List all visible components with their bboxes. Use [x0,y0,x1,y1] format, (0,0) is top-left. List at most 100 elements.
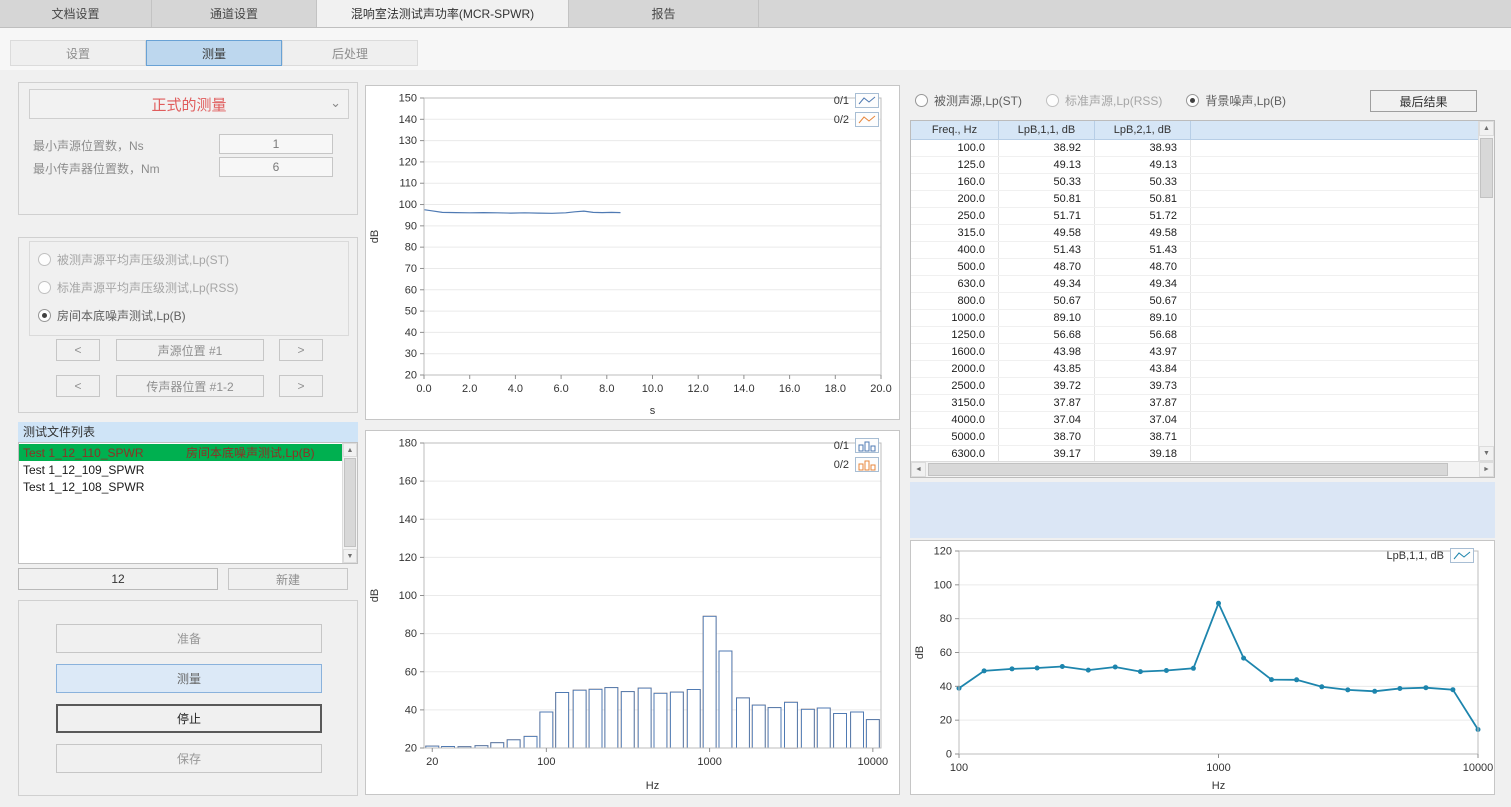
file-count-button[interactable]: 12 [18,568,218,590]
table-row[interactable]: 5000.038.7038.71 [911,429,1478,446]
line-series-icon [855,112,879,127]
file-list-item-1[interactable]: Test 1_12_109_SPWR [19,461,342,478]
scroll-up-icon[interactable]: ▲ [343,443,357,457]
result-source-radio-2[interactable]: 背景噪声,Lp(B) [1186,92,1286,109]
main-tab-3[interactable]: 报告 [569,0,759,27]
table-row[interactable]: 250.051.7151.72 [911,208,1478,225]
radio-checked-icon [38,309,51,322]
result-source-radio-group: 被测声源,Lp(ST) 标准声源,Lp(RSS) 背景噪声,Lp(B) [915,92,1286,109]
table-row[interactable]: 125.049.1349.13 [911,157,1478,174]
table-cell: 49.58 [999,225,1095,241]
table-cell: 37.04 [999,412,1095,428]
source-position-prev-button[interactable]: < [56,339,100,361]
table-row[interactable]: 800.050.6750.67 [911,293,1478,310]
test-type-radio-2[interactable]: 房间本底噪声测试,Lp(B) [38,307,348,324]
table-row[interactable]: 3150.037.8737.87 [911,395,1478,412]
file-list-body[interactable]: Test 1_12_110_SPWR房间本底噪声测试,Lp(B)Test 1_1… [19,444,342,563]
table-row[interactable]: 6300.039.1739.18 [911,446,1478,461]
mic-position-prev-button[interactable]: < [56,375,100,397]
svg-text:120: 120 [934,546,952,558]
svg-text:140: 140 [399,114,417,126]
table-horizontal-scrollbar[interactable]: ◄ ► [911,461,1494,477]
main-tab-2[interactable]: 混响室法测试声功率(MCR-SPWR) [317,0,569,27]
table-cell: 630.0 [911,276,999,292]
svg-text:60: 60 [405,666,417,678]
file-list-item-2[interactable]: Test 1_12_108_SPWR [19,478,342,495]
table-cell-filler [1191,361,1478,377]
mic-position-next-button[interactable]: > [279,375,323,397]
svg-text:2.0: 2.0 [462,383,477,395]
table-cell: 56.68 [1095,327,1191,343]
table-row[interactable]: 1250.056.6856.68 [911,327,1478,344]
measure-button[interactable]: 测量 [56,664,322,693]
stop-button[interactable]: 停止 [56,704,322,733]
table-row[interactable]: 500.048.7048.70 [911,259,1478,276]
table-row[interactable]: 400.051.4351.43 [911,242,1478,259]
svg-text:110: 110 [399,178,417,190]
table-row[interactable]: 160.050.3350.33 [911,174,1478,191]
svg-text:14.0: 14.0 [733,383,754,395]
main-tab-0[interactable]: 文档设置 [0,0,152,27]
final-result-button[interactable]: 最后结果 [1370,90,1477,112]
table-cell: 89.10 [999,310,1095,326]
file-list-item-0[interactable]: Test 1_12_110_SPWR房间本底噪声测试,Lp(B) [19,444,342,461]
table-cell: 38.70 [999,429,1095,445]
scroll-left-icon[interactable]: ◄ [911,462,926,477]
table-row[interactable]: 4000.037.0437.04 [911,412,1478,429]
table-row[interactable]: 630.049.3449.34 [911,276,1478,293]
table-cell: 1600.0 [911,344,999,360]
results-table-body[interactable]: 100.038.9238.93125.049.1349.13160.050.33… [911,140,1478,461]
test-type-radio-1[interactable]: 标准声源平均声压级测试,Lp(RSS) [38,279,348,296]
table-row[interactable]: 2000.043.8543.84 [911,361,1478,378]
svg-text:20: 20 [426,756,438,768]
radio-icon [915,94,928,107]
table-cell-filler [1191,412,1478,428]
prepare-button[interactable]: 准备 [56,624,322,653]
source-position-next-button[interactable]: > [279,339,323,361]
table-row[interactable]: 100.038.9238.93 [911,140,1478,157]
main-tab-1[interactable]: 通道设置 [152,0,317,27]
scroll-up-icon[interactable]: ▲ [1479,121,1494,136]
table-row[interactable]: 315.049.5849.58 [911,225,1478,242]
result-source-radio-1[interactable]: 标准声源,Lp(RSS) [1046,92,1162,109]
scroll-thumb[interactable] [1480,138,1493,198]
test-type-radio-0[interactable]: 被测声源平均声压级测试,Lp(ST) [38,251,348,268]
svg-text:s: s [650,405,656,417]
svg-text:100: 100 [950,762,968,774]
svg-text:120: 120 [399,552,417,564]
chevron-down-icon[interactable]: ⌄ [330,95,341,111]
svg-text:dB: dB [369,230,381,243]
table-cell: 2000.0 [911,361,999,377]
table-header-cell-0: Freq., Hz [911,121,999,140]
table-row[interactable]: 1000.089.1089.10 [911,310,1478,327]
bar-series-icon [855,438,879,453]
min-mic-positions-input[interactable] [219,157,333,177]
file-list-scrollbar[interactable]: ▲ ▼ [342,443,357,563]
new-file-button[interactable]: 新建 [228,568,348,590]
measurement-mode-select[interactable]: 正式的测量 ⌄ [29,89,349,119]
result-source-radio-0[interactable]: 被测声源,Lp(ST) [915,92,1022,109]
svg-text:0.0: 0.0 [416,383,431,395]
table-cell: 38.93 [1095,140,1191,156]
main-tab-bar: 文档设置通道设置混响室法测试声功率(MCR-SPWR)报告 [0,0,1511,28]
sub-tab-2[interactable]: 后处理 [282,40,418,66]
svg-text:20: 20 [405,743,417,755]
legend-item: 0/2 [834,457,879,472]
save-button[interactable]: 保存 [56,744,322,773]
source-position-button[interactable]: 声源位置 #1 [116,339,264,361]
scroll-thumb[interactable] [344,458,356,547]
min-source-positions-input[interactable] [219,134,333,154]
sub-tab-0[interactable]: 设置 [10,40,146,66]
sub-tab-1[interactable]: 测量 [146,40,282,66]
scroll-down-icon[interactable]: ▼ [1479,446,1494,461]
table-row[interactable]: 200.050.8150.81 [911,191,1478,208]
scroll-right-icon[interactable]: ► [1479,462,1494,477]
mic-position-button[interactable]: 传声器位置 #1-2 [116,375,264,397]
table-vertical-scrollbar[interactable]: ▲ ▼ [1478,121,1494,461]
scroll-thumb[interactable] [928,463,1448,476]
table-cell: 51.72 [1095,208,1191,224]
scroll-down-icon[interactable]: ▼ [343,549,357,563]
svg-text:12.0: 12.0 [687,383,708,395]
table-row[interactable]: 1600.043.9843.97 [911,344,1478,361]
table-row[interactable]: 2500.039.7239.73 [911,378,1478,395]
